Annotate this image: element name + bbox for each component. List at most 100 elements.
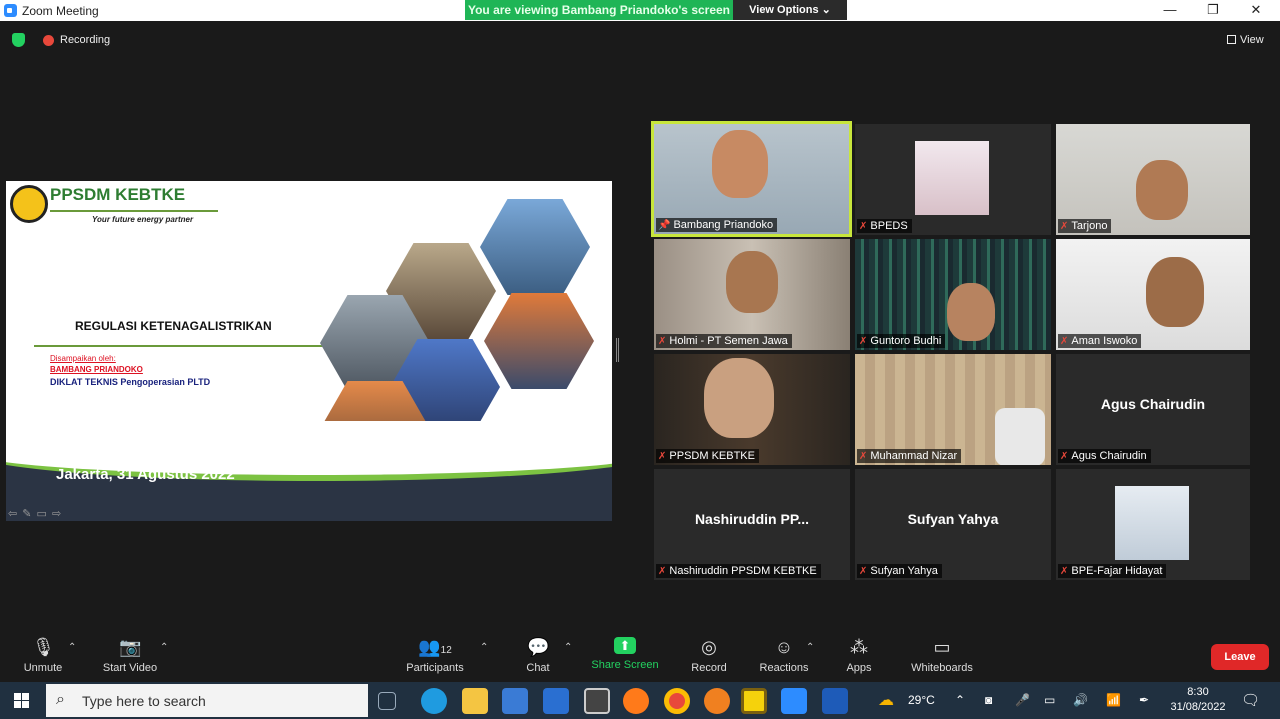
meeting-topbar: Recording View <box>0 28 1280 52</box>
slide-nav-controls[interactable]: ⇦ ✎ ▭ ⇨ <box>8 507 62 520</box>
reactions-caret-icon[interactable]: ⌃ <box>806 642 814 653</box>
video-off-icon: 📷 <box>119 637 142 657</box>
participant-name: Muhammad Nizar <box>870 450 958 462</box>
participant-name: Tarjono <box>1071 220 1108 232</box>
participants-caret-icon[interactable]: ⌃ <box>480 642 488 653</box>
participant-tile[interactable]: ✗ Muhammad Nizar <box>855 354 1051 465</box>
share-screen-button[interactable]: ⬆ Share Screen <box>590 630 660 671</box>
chat-caret-icon[interactable]: ⌃ <box>564 642 572 653</box>
participant-tile[interactable]: ✗ PPSDM KEBTKE <box>654 354 850 465</box>
task-view-icon[interactable] <box>378 692 396 710</box>
viewing-screen-text: You are viewing Bambang Priandoko's scre… <box>467 3 731 17</box>
share-screen-icon: ⬆ <box>614 637 636 654</box>
taskbar-search-box[interactable]: ⌕ Type here to search <box>46 684 368 717</box>
app-orange-icon[interactable] <box>704 688 730 714</box>
weather-icon: ☁ <box>878 692 894 709</box>
shared-screen-slide: PPSDM KEBTKE Your future energy partner … <box>6 181 612 521</box>
close-icon[interactable]: ✕ <box>1246 2 1266 18</box>
ppsdm-logo <box>10 185 48 223</box>
participant-name: BPEDS <box>870 220 908 232</box>
microphone-tray-icon[interactable]: 🎤 <box>1015 693 1030 707</box>
brand-divider <box>50 210 218 212</box>
participants-icon: 👥12 <box>418 637 452 657</box>
mic-muted-icon: ✗ <box>1060 336 1069 347</box>
camera-tray-icon[interactable]: ◙ <box>985 693 992 707</box>
participant-face <box>712 130 768 198</box>
word-icon[interactable] <box>822 688 848 714</box>
record-button[interactable]: ◎ Record <box>688 630 730 674</box>
view-button[interactable]: View <box>1227 34 1264 46</box>
participant-tile[interactable]: Nashiruddin PP... ✗ Nashiruddin PPSDM KEB… <box>654 469 850 580</box>
restore-icon[interactable]: ❐ <box>1203 2 1223 18</box>
participant-tile[interactable]: ✗ BPE-Fajar Hidayat <box>1056 469 1250 580</box>
subject-divider <box>34 345 334 347</box>
participant-name-tag: ✗ Tarjono <box>1058 219 1112 233</box>
ms-store-icon[interactable] <box>502 688 528 714</box>
participant-name: Nashiruddin PPSDM KEBTKE <box>669 565 817 577</box>
reactions-icon: ☺ <box>774 637 794 657</box>
show-hidden-icons-icon[interactable]: ⌃ <box>955 693 965 707</box>
video-options-caret-icon[interactable]: ⌃ <box>160 642 168 653</box>
security-shield-icon[interactable] <box>12 33 25 47</box>
view-options-button[interactable]: View Options ⌄ <box>733 0 847 20</box>
start-video-button[interactable]: 📷 Start Video <box>98 630 162 674</box>
mail-icon[interactable] <box>543 688 569 714</box>
participant-name: Agus Chairudin <box>1071 450 1147 462</box>
recording-icon <box>43 35 54 46</box>
unmute-button[interactable]: 🎙 Unmute <box>18 630 68 674</box>
participants-label: Participants <box>406 662 464 674</box>
participant-tile[interactable]: ✗ BPEDS <box>855 124 1051 235</box>
volume-icon[interactable]: 🔊 <box>1073 693 1088 707</box>
participant-tile[interactable]: 📌 Bambang Priandoko <box>651 121 852 237</box>
participant-tile[interactable]: ✗ Guntoro Budhi <box>855 239 1051 350</box>
app-icon[interactable] <box>584 688 610 714</box>
leave-button[interactable]: Leave <box>1211 644 1269 670</box>
hex-image-workers <box>484 293 594 389</box>
notifications-icon[interactable]: 🗨 <box>1241 691 1260 709</box>
participant-face <box>726 251 778 313</box>
reactions-label: Reactions <box>759 662 809 674</box>
mic-muted-icon: ✗ <box>859 221 868 232</box>
apps-icon: ⁂ <box>850 637 868 657</box>
participant-tile[interactable]: ✗ Holmi - PT Semen Jawa <box>654 239 850 350</box>
wifi-icon[interactable]: 📶 <box>1106 693 1121 707</box>
participant-tile[interactable]: ✗ Tarjono <box>1056 124 1250 235</box>
edge-browser-icon[interactable] <box>421 688 447 714</box>
whiteboards-button[interactable]: ▭ Whiteboards <box>906 630 978 674</box>
apps-label: Apps <box>846 662 872 674</box>
participant-tile[interactable]: Sufyan Yahya ✗ Sufyan Yahya <box>855 469 1051 580</box>
participant-tile[interactable]: Agus Chairudin ✗ Agus Chairudin <box>1056 354 1250 465</box>
slide-date: Jakarta, 31 Agustus 2022 <box>56 466 235 483</box>
participant-name-tag: ✗ Agus Chairudin <box>1058 449 1151 463</box>
start-video-label: Start Video <box>102 662 158 674</box>
taskbar-clock[interactable]: 8:30 31/08/2022 <box>1166 685 1230 715</box>
participant-tile[interactable]: ✗ Aman Iswoko <box>1056 239 1250 350</box>
zoom-taskbar-icon[interactable] <box>781 688 807 714</box>
apps-button[interactable]: ⁂ Apps <box>842 630 876 674</box>
participant-avatar <box>1115 486 1189 560</box>
window-title: Zoom Meeting <box>22 4 99 18</box>
participants-button[interactable]: 👥12 Participants <box>402 630 468 674</box>
share-screen-label: Share Screen <box>591 659 659 671</box>
panel-splitter-handle[interactable] <box>616 338 619 362</box>
mic-muted-icon: ✗ <box>658 566 667 577</box>
audio-options-caret-icon[interactable]: ⌃ <box>68 642 76 653</box>
chrome-icon[interactable] <box>664 688 690 714</box>
battery-icon[interactable]: ▭ <box>1044 693 1055 707</box>
unmute-label: Unmute <box>23 662 63 674</box>
pen-icon[interactable]: ✒ <box>1139 693 1149 707</box>
reactions-button[interactable]: ☺ Reactions <box>756 630 812 674</box>
minimize-icon[interactable]: — <box>1160 2 1180 17</box>
windows-start-icon[interactable] <box>14 693 30 709</box>
sticky-notes-icon[interactable] <box>741 688 767 714</box>
participant-face <box>947 283 995 341</box>
grid-view-icon <box>1227 35 1236 44</box>
file-explorer-icon[interactable] <box>462 688 488 714</box>
participant-name-tag: ✗ Aman Iswoko <box>1058 334 1142 348</box>
firefox-icon[interactable] <box>623 688 649 714</box>
chat-button[interactable]: 💬 Chat <box>520 630 556 674</box>
participant-face <box>995 408 1045 465</box>
clock-time: 8:30 <box>1187 686 1209 698</box>
mic-muted-icon: ✗ <box>859 451 868 462</box>
whiteboards-label: Whiteboards <box>911 662 973 674</box>
